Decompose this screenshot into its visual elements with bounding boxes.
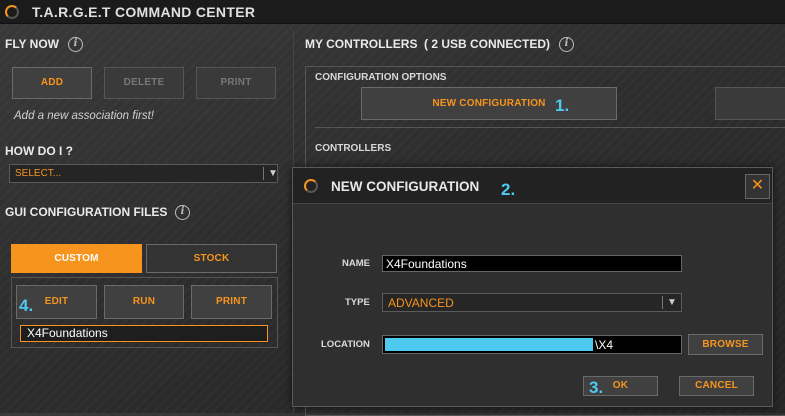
- close-icon[interactable]: ✕: [745, 174, 770, 199]
- config-file-list-item[interactable]: X4Foundations: [20, 325, 268, 342]
- title-bar: T.A.R.G.E.T COMMAND CENTER: [0, 0, 785, 24]
- dialog-title: NEW CONFIGURATION: [331, 179, 480, 194]
- cancel-button[interactable]: CANCEL: [679, 376, 754, 396]
- step-3-annotation: 3.: [589, 378, 604, 397]
- how-do-i-select[interactable]: SELECT... ▼: [9, 164, 278, 183]
- type-select[interactable]: ADVANCED ▼: [382, 293, 682, 312]
- controllers-count: ( 2 USB CONNECTED): [424, 37, 551, 51]
- how-do-i-select-value: SELECT...: [15, 168, 62, 179]
- app-logo-icon: [5, 5, 19, 19]
- how-do-i-heading: HOW DO I ?: [5, 144, 73, 158]
- step-1-annotation: 1.: [555, 96, 570, 115]
- tab-custom[interactable]: CUSTOM: [11, 244, 142, 273]
- select-divider: [263, 167, 264, 180]
- chevron-down-icon[interactable]: ▼: [268, 168, 278, 179]
- step-2-annotation: 2.: [501, 180, 516, 199]
- type-select-divider: [662, 296, 663, 309]
- controllers-label: CONTROLLERS: [315, 143, 392, 154]
- controllers-heading: MY CONTROLLERS: [305, 37, 418, 51]
- browse-button[interactable]: BROWSE: [688, 334, 763, 355]
- step-4-annotation: 4.: [19, 296, 34, 315]
- location-field-value: \X4: [595, 338, 614, 352]
- name-field-value: X4Foundations: [386, 257, 467, 271]
- add-button[interactable]: ADD: [12, 67, 92, 99]
- fly-now-info-icon[interactable]: i: [68, 37, 83, 52]
- print-association-button[interactable]: PRINT: [196, 67, 276, 99]
- controllers-divider: [315, 127, 785, 128]
- location-field[interactable]: \X4: [382, 335, 682, 354]
- run-button[interactable]: RUN: [104, 285, 184, 319]
- window-title: T.A.R.G.E.T COMMAND CENTER: [32, 4, 256, 20]
- dialog-header: NEW CONFIGURATION 2. ✕: [293, 168, 772, 204]
- config-options-label: CONFIGURATION OPTIONS: [315, 72, 447, 83]
- delete-button[interactable]: DELETE: [104, 67, 184, 99]
- gui-config-info-icon[interactable]: i: [175, 205, 190, 220]
- type-select-value: ADVANCED: [388, 296, 454, 310]
- type-label: TYPE: [345, 297, 370, 308]
- fly-now-hint: Add a new association first!: [14, 110, 154, 122]
- name-field[interactable]: X4Foundations: [382, 255, 682, 272]
- dialog-logo-icon: [304, 179, 318, 193]
- other-config-button[interactable]: [715, 87, 785, 120]
- location-label: LOCATION: [321, 339, 370, 350]
- redacted-path: [385, 338, 593, 351]
- new-configuration-button[interactable]: NEW CONFIGURATION: [361, 87, 617, 120]
- new-configuration-dialog: NEW CONFIGURATION 2. ✕ NAME X4Foundation…: [292, 167, 773, 407]
- print-config-button[interactable]: PRINT: [191, 285, 272, 319]
- controllers-info-icon[interactable]: i: [559, 37, 574, 52]
- gui-config-heading: GUI CONFIGURATION FILES: [5, 205, 168, 219]
- chevron-down-icon[interactable]: ▼: [667, 297, 677, 308]
- name-label: NAME: [342, 258, 370, 269]
- fly-now-heading: FLY NOW: [5, 37, 60, 51]
- tab-stock[interactable]: STOCK: [146, 244, 277, 273]
